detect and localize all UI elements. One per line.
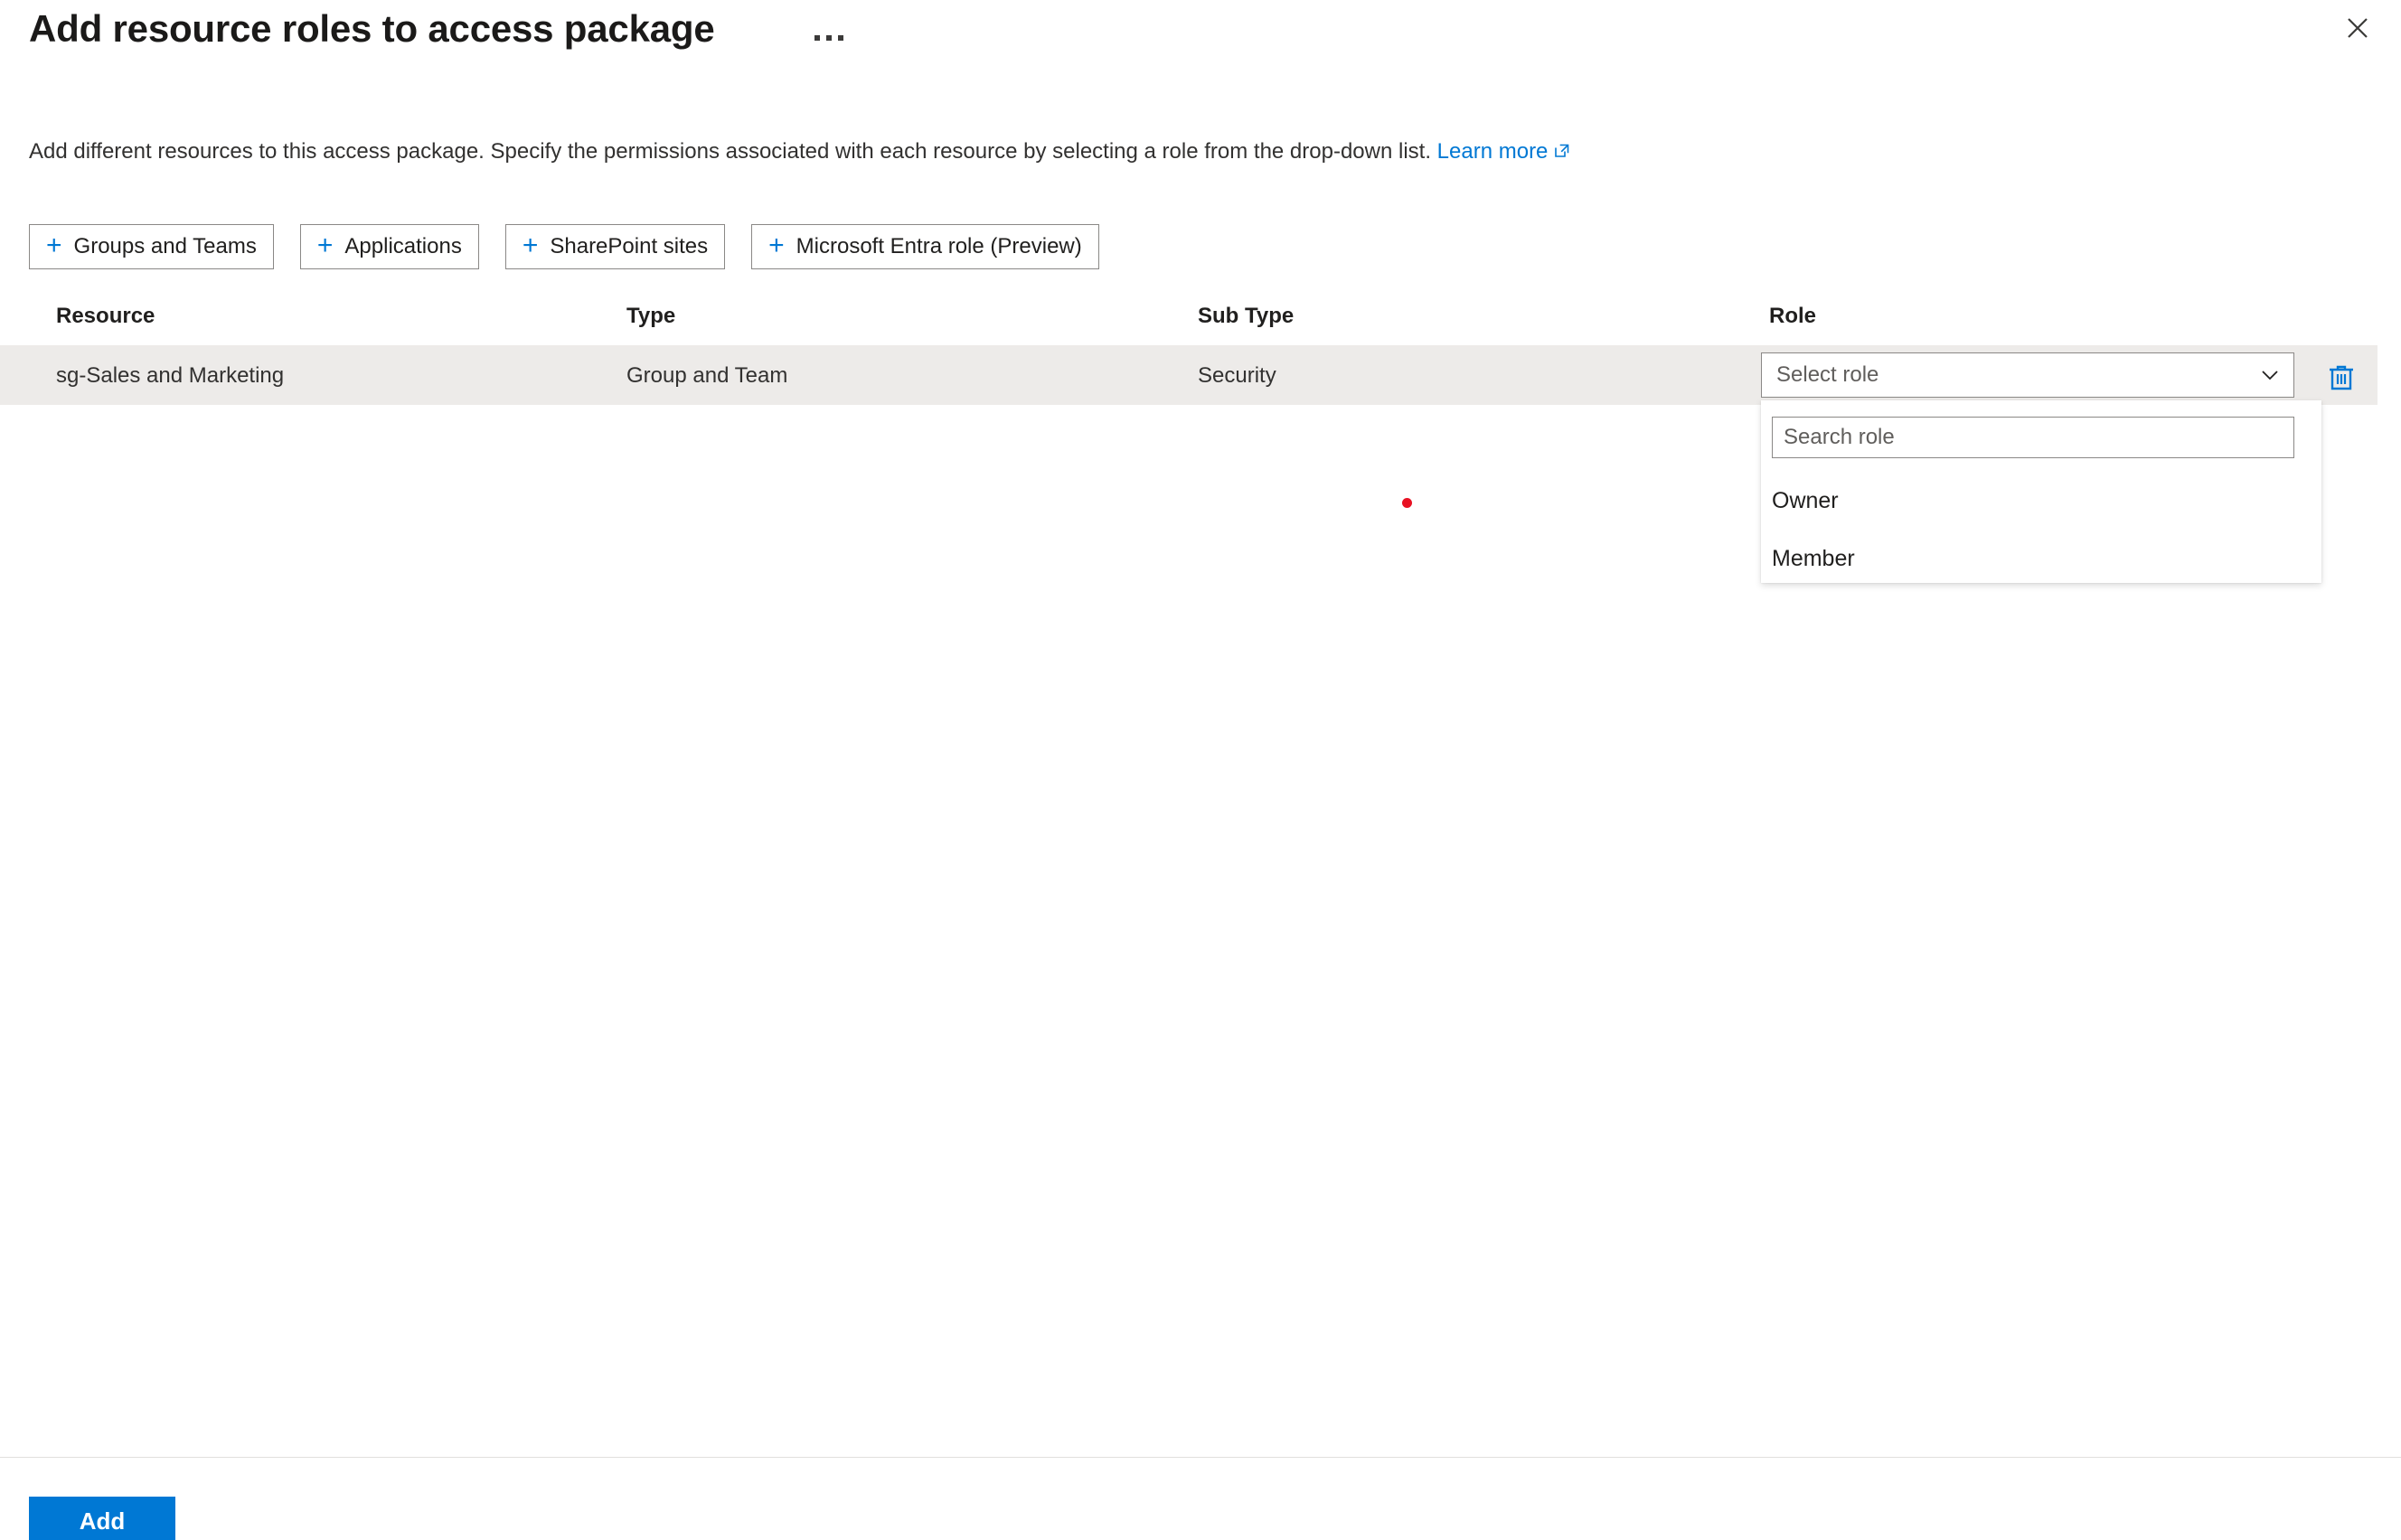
add-applications-button[interactable]: + Applications [299, 224, 479, 269]
plus-icon: + [522, 230, 539, 260]
page-title: Add resource roles to access package [29, 7, 715, 50]
learn-more-link[interactable]: Learn more [1437, 139, 1549, 164]
role-select-value: Select role [1776, 362, 1879, 387]
blade-header: Add resource roles to access package [0, 0, 2401, 99]
cell-role: Select role [1761, 352, 2294, 398]
blade-description: Add different resources to this access p… [29, 137, 1571, 168]
add-resource-roles-blade: Add resource roles to access package Add… [0, 0, 2401, 1540]
cell-type: Group and Team [626, 363, 788, 388]
plus-icon: + [768, 230, 785, 260]
ellipsis-dot [814, 35, 820, 41]
column-header-resource: Resource [56, 304, 155, 328]
plus-icon: + [46, 230, 62, 260]
close-icon[interactable] [2336, 6, 2379, 50]
column-header-sub-type: Sub Type [1198, 304, 1295, 328]
more-options-icon[interactable] [807, 16, 851, 60]
add-groups-and-teams-label: Groups and Teams [73, 234, 257, 258]
cursor-marker [1402, 498, 1412, 508]
ellipsis-dot [838, 35, 843, 41]
chevron-down-icon[interactable] [2246, 353, 2293, 397]
role-option-member[interactable]: Member [1761, 534, 2321, 583]
description-text: Add different resources to this access p… [29, 139, 1431, 164]
role-option-owner[interactable]: Owner [1761, 476, 2321, 525]
column-header-role: Role [1769, 304, 1817, 328]
add-sharepoint-sites-label: SharePoint sites [550, 234, 709, 258]
cell-resource: sg-Sales and Marketing [56, 363, 285, 388]
role-search-input[interactable] [1772, 417, 2294, 458]
ellipsis-dot [826, 35, 832, 41]
table-header-row: Resource Type Sub Type Role [0, 289, 2401, 345]
add-groups-and-teams-button[interactable]: + Groups and Teams [29, 224, 274, 269]
add-applications-label: Applications [344, 234, 462, 258]
add-sharepoint-sites-button[interactable]: + SharePoint sites [504, 224, 726, 269]
role-select-combobox[interactable]: Select role [1761, 352, 2294, 398]
learn-more-label: Learn more [1436, 139, 1549, 164]
external-link-icon [1553, 139, 1571, 168]
plus-icon: + [316, 230, 334, 260]
add-button[interactable]: Add [29, 1497, 175, 1540]
cell-sub-type: Security [1198, 363, 1276, 388]
table-row[interactable]: sg-Sales and Marketing Group and Team Se… [0, 345, 2377, 405]
footer-divider [0, 1457, 2401, 1458]
role-dropdown-popup: Owner Member [1761, 400, 2321, 583]
add-entra-role-button[interactable]: + Microsoft Entra role (Preview) [751, 224, 1099, 269]
column-header-type: Type [626, 304, 676, 328]
add-entra-role-label: Microsoft Entra role (Preview) [796, 234, 1082, 258]
delete-resource-icon[interactable] [2323, 360, 2359, 396]
resource-type-action-bar: + Groups and Teams + Applications + Shar… [29, 224, 1099, 269]
resources-table: Resource Type Sub Type Role sg-Sales and… [0, 289, 2401, 405]
